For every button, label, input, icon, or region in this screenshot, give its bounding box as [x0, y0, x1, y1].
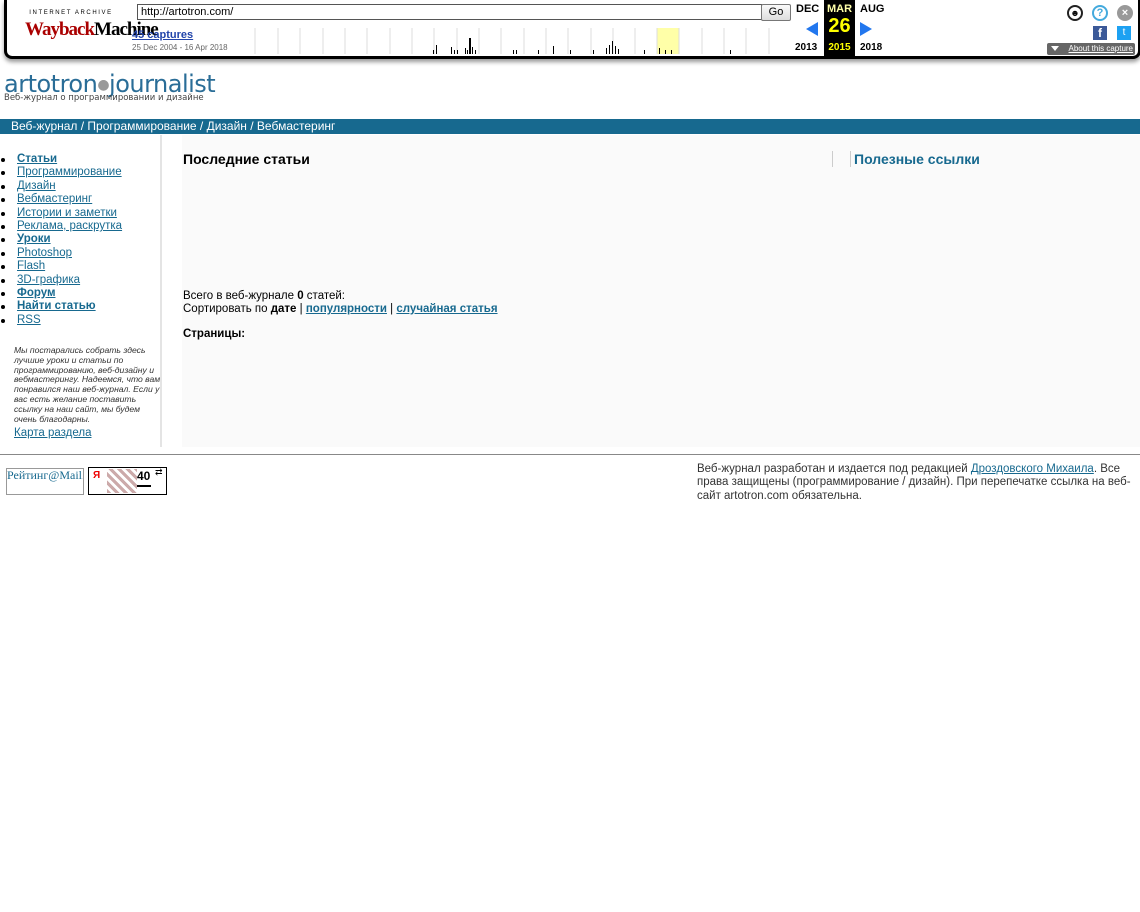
- wayback-logo-top: INTERNET ARCHIVE: [29, 10, 113, 16]
- sitemap-link[interactable]: Карта раздела: [14, 427, 91, 439]
- about-capture-button[interactable]: About this capture: [1047, 43, 1135, 55]
- wayback-sparkline[interactable]: [233, 28, 790, 54]
- main-content: Последние статьи Полезные ссылки Всего в…: [182, 135, 1140, 447]
- next-year-label[interactable]: 2018: [860, 42, 882, 53]
- sidebar-item-link[interactable]: RSS: [17, 314, 41, 326]
- sidebar-menu: Статьи Программирование Дизайн Вебмастеринг…: [0, 153, 122, 327]
- current-month-label: MAR: [826, 3, 853, 15]
- wayback-captures-link[interactable]: 45 captures: [132, 29, 193, 41]
- sidebar-item-link[interactable]: Статьи: [17, 153, 57, 165]
- sidebar-note: Мы постарались собрать здесь лучшие урок…: [14, 345, 161, 424]
- divider: [850, 151, 851, 167]
- random-article-link[interactable]: случайная статья: [396, 303, 497, 315]
- useful-links-title: Полезные ссылки: [854, 151, 980, 167]
- sidebar-item-link[interactable]: Форум: [17, 287, 55, 299]
- page-title: Последние статьи: [183, 151, 310, 167]
- sidebar-item: Реклама, раскрутка: [0, 220, 122, 233]
- copyright-text: Веб-журнал разработан и издается под ред…: [697, 463, 1131, 502]
- sidebar-item-link[interactable]: Уроки: [17, 233, 51, 245]
- mail-rating-counter[interactable]: Рейтинг@Mail.ru: [6, 468, 84, 495]
- wayback-date-range: 25 Dec 2004 - 16 Apr 2018: [132, 43, 228, 52]
- prev-capture-arrow-icon[interactable]: [806, 22, 818, 36]
- yandex-counter[interactable]: Я 40 ⇄: [88, 467, 167, 495]
- help-icon[interactable]: ?: [1092, 5, 1108, 21]
- pagination-label: Страницы:: [183, 328, 246, 340]
- twitter-icon[interactable]: t: [1117, 26, 1131, 40]
- sort-options: Сортировать по дате | популярности | слу…: [183, 303, 498, 315]
- sidebar-item: 3D-графика: [0, 274, 122, 287]
- counter-value: 40: [137, 469, 151, 483]
- sidebar-item: Flash: [0, 260, 122, 273]
- sidebar-item-link[interactable]: Photoshop: [17, 247, 72, 259]
- sidebar-item-link[interactable]: Программирование: [17, 166, 122, 178]
- breadcrumb-bar: Веб-журнал / Программирование / Дизайн /…: [0, 119, 1140, 134]
- sidebar-item-link[interactable]: Вебмастеринг: [17, 193, 92, 205]
- counter-bar: [137, 485, 151, 487]
- wayback-go-button[interactable]: Go: [761, 4, 791, 21]
- close-icon[interactable]: ×: [1117, 5, 1133, 21]
- facebook-icon[interactable]: f: [1093, 26, 1107, 40]
- sidebar-item: Статьи: [0, 153, 122, 166]
- sparkline-captures: [433, 38, 731, 54]
- footer-divider: [0, 454, 1140, 455]
- next-month-label[interactable]: AUG: [860, 3, 884, 15]
- refresh-icon: ⇄: [155, 467, 163, 477]
- prev-year-label[interactable]: 2013: [795, 42, 817, 53]
- sidebar-item: RSS: [0, 314, 122, 327]
- counter-pattern: [107, 469, 137, 493]
- divider: [832, 151, 833, 167]
- sort-by-date: дате: [270, 303, 297, 315]
- wayback-logo[interactable]: INTERNET ARCHIVE WaybackMachine: [23, 8, 159, 48]
- sidebar-item-link[interactable]: Реклама, раскрутка: [17, 220, 122, 232]
- sidebar-item: Уроки: [0, 233, 122, 246]
- article-total: Всего в веб-журнале 0 статей:: [183, 290, 345, 302]
- user-icon[interactable]: ☻: [1067, 5, 1083, 21]
- wayback-url-input[interactable]: http://artotron.com/: [137, 4, 762, 20]
- sidebar-item-link[interactable]: Истории и заметки: [17, 207, 117, 219]
- wayback-month-nav: DEC 2013 MAR 26 2015 AUG 2018: [792, 0, 892, 56]
- sidebar-item: Вебмастеринг: [0, 193, 122, 206]
- sidebar-item-link[interactable]: Дизайн: [17, 180, 56, 192]
- chevron-down-icon: [1051, 46, 1059, 51]
- breadcrumb: Веб-журнал / Программирование / Дизайн /…: [11, 119, 336, 133]
- sidebar: Статьи Программирование Дизайн Вебмастеринг…: [0, 135, 162, 447]
- sidebar-item: Программирование: [0, 166, 122, 179]
- wayback-toolbar: INTERNET ARCHIVE WaybackMachine http://a…: [0, 0, 1140, 62]
- sidebar-item: Найти статью: [0, 300, 122, 313]
- sidebar-item-link[interactable]: Flash: [17, 260, 45, 272]
- current-capture-date: MAR 26 2015: [824, 0, 855, 56]
- yandex-icon: Я: [93, 470, 101, 481]
- sidebar-item: Форум: [0, 287, 122, 300]
- sidebar-item: Истории и заметки: [0, 207, 122, 220]
- sidebar-item: Photoshop: [0, 247, 122, 260]
- prev-month-label[interactable]: DEC: [796, 3, 819, 15]
- sparkline-year-dividers: [254, 28, 770, 54]
- site-tagline: Веб-журнал о программировании и дизайне: [4, 93, 204, 103]
- sidebar-item: Дизайн: [0, 180, 122, 193]
- sort-by-popularity-link[interactable]: популярности: [306, 303, 387, 315]
- current-year-label: 2015: [828, 42, 851, 53]
- sidebar-item-link[interactable]: 3D-графика: [17, 274, 80, 286]
- next-capture-arrow-icon[interactable]: [860, 22, 872, 36]
- wayback-frame: INTERNET ARCHIVE WaybackMachine http://a…: [4, 0, 1140, 59]
- sparkline-current-year: [657, 28, 679, 54]
- current-day-label: 26: [828, 15, 851, 37]
- author-link[interactable]: Дроздовского Михаила: [971, 463, 1094, 475]
- about-capture-label: About this capture: [1068, 44, 1133, 53]
- sidebar-item-link[interactable]: Найти статью: [17, 300, 96, 312]
